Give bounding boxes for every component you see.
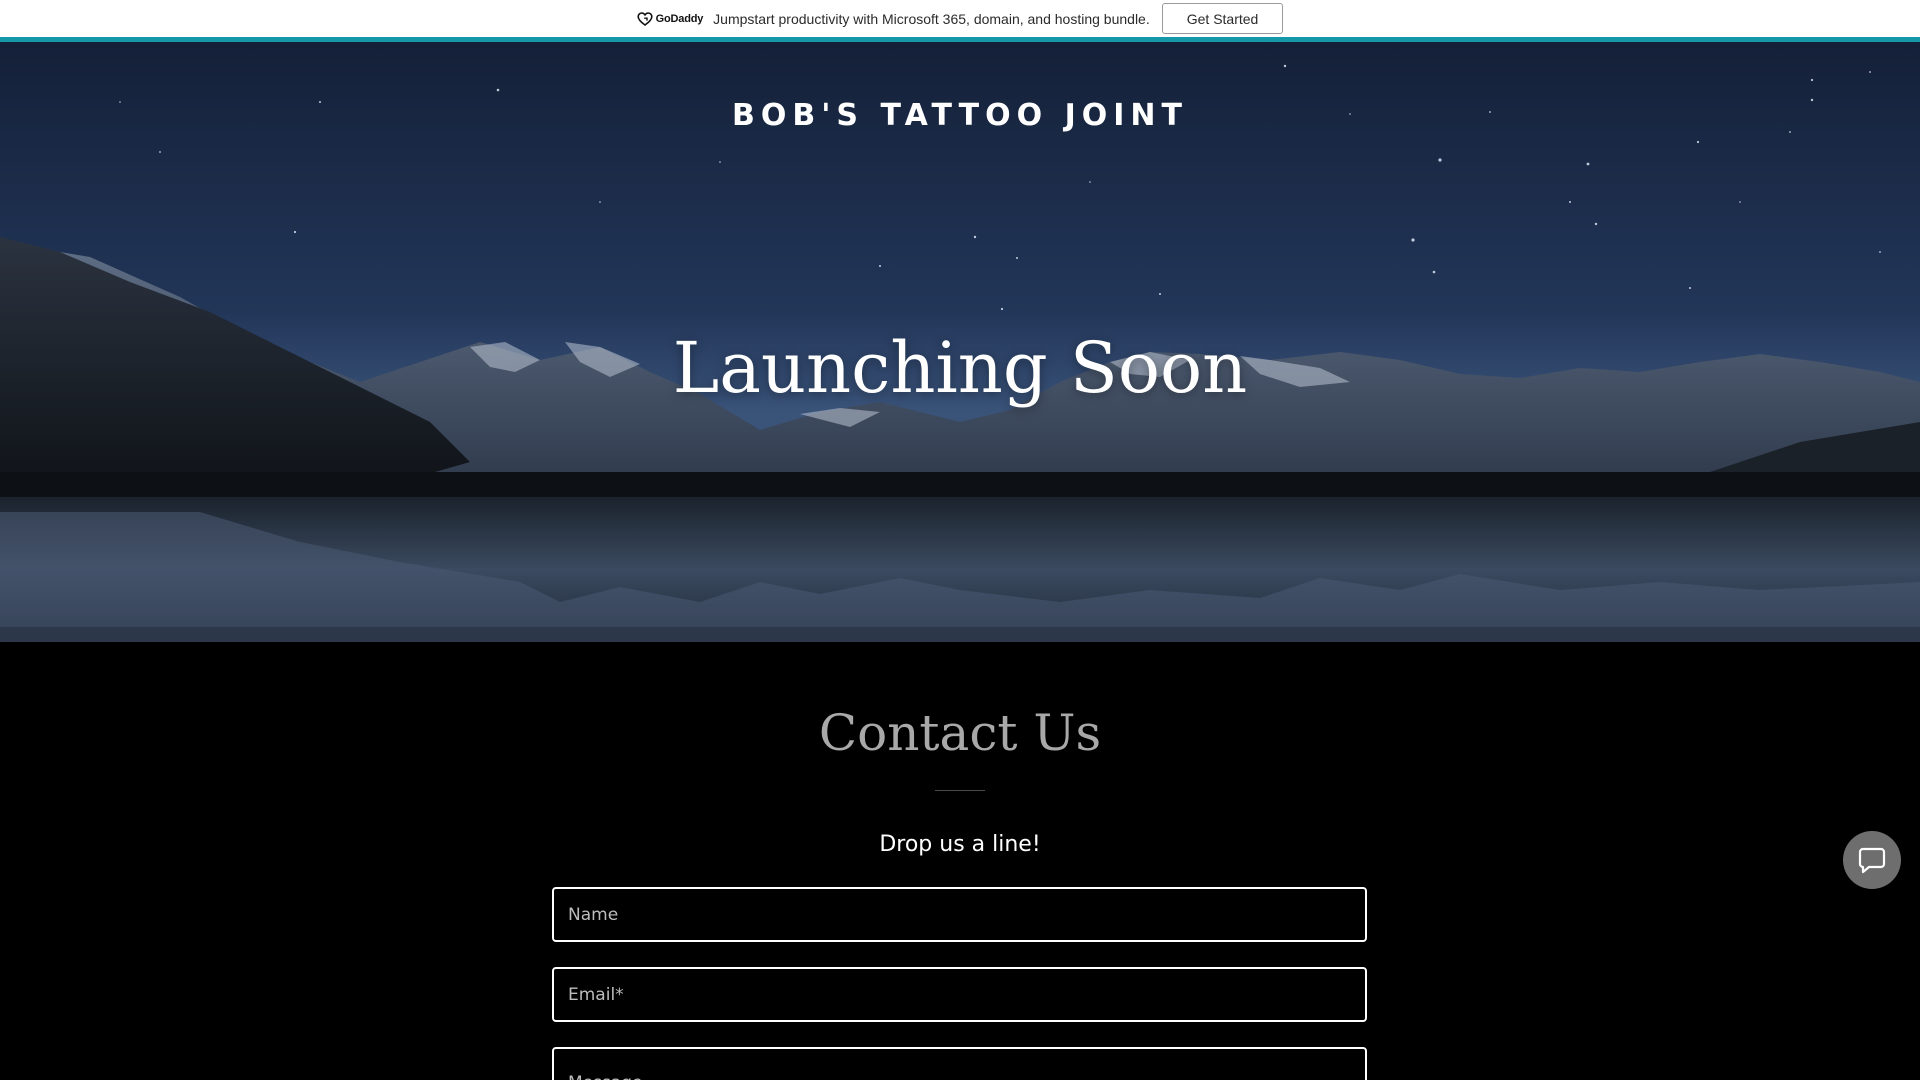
contact-heading: Contact Us [818, 704, 1102, 762]
chat-button[interactable] [1843, 831, 1901, 889]
page: GoDaddy Jumpstart productivity with Micr… [0, 0, 1920, 1080]
promo-content: GoDaddy Jumpstart productivity with Micr… [637, 3, 1284, 34]
contact-subheading: Drop us a line! [879, 832, 1041, 857]
heading-divider [935, 790, 985, 791]
promo-bar: GoDaddy Jumpstart productivity with Micr… [0, 0, 1920, 37]
get-started-button[interactable]: Get Started [1161, 3, 1284, 34]
hero-heading: Launching Soon [672, 327, 1248, 409]
godaddy-logo: GoDaddy [637, 11, 704, 27]
name-field[interactable] [552, 887, 1367, 942]
godaddy-heart-icon [637, 11, 653, 26]
chat-bubble-icon [1858, 847, 1886, 874]
godaddy-logo-text: GoDaddy [655, 12, 704, 25]
site-title: BOB'S TATTOO JOINT [732, 98, 1188, 133]
contact-section: Contact Us Drop us a line! [0, 642, 1920, 1080]
promo-message: Jumpstart productivity with Microsoft 36… [713, 10, 1150, 27]
message-field[interactable] [552, 1047, 1367, 1080]
email-field[interactable] [552, 967, 1367, 1022]
hero-section: BOB'S TATTOO JOINT Launching Soon [0, 42, 1920, 642]
